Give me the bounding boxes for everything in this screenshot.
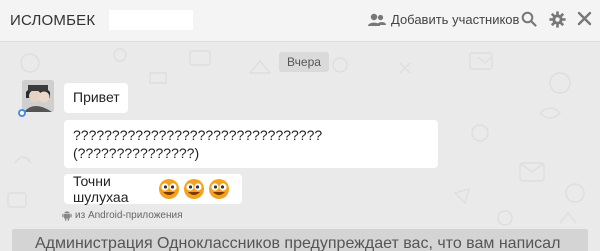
close-icon[interactable] — [577, 11, 592, 26]
date-separator: Вчера — [279, 52, 329, 72]
redacted-name — [109, 10, 193, 30]
add-user-icon — [368, 13, 386, 26]
message-text: Точни шулухаа — [73, 173, 129, 205]
android-icon — [62, 211, 72, 221]
smiley-group — [158, 178, 233, 200]
source-label: из Android-приложения — [75, 210, 183, 221]
search-icon[interactable] — [521, 11, 537, 27]
message-text: (???????????????) — [73, 145, 200, 161]
add-members-label: Добавить участников — [391, 12, 520, 27]
gear-icon[interactable] — [549, 11, 566, 28]
admin-warning: Администрация Одноклассников предупрежда… — [12, 229, 588, 251]
smiley-icon — [159, 179, 179, 199]
message-source: из Android-приложения — [62, 210, 182, 221]
chat-title[interactable]: ИСЛОМБЕК — [10, 12, 95, 29]
avatar[interactable] — [22, 80, 54, 112]
message-text: Привет — [73, 89, 120, 105]
message-text: ???????????????????????????????? — [73, 127, 323, 143]
add-members-button[interactable]: Добавить участников — [368, 12, 519, 27]
online-indicator — [18, 109, 26, 117]
chat-header: ИСЛОМБЕК Добавить участников — [0, 0, 600, 42]
smiley-icon — [184, 179, 204, 199]
chat-area: Вчера Привет ???????????????????????????… — [0, 43, 600, 251]
message-bubble[interactable]: Привет — [64, 83, 128, 113]
message-bubble[interactable]: ???????????????????????????????? (??????… — [64, 120, 438, 168]
smiley-icon — [209, 179, 229, 199]
message-bubble[interactable]: Точни шулухаа — [64, 173, 242, 205]
